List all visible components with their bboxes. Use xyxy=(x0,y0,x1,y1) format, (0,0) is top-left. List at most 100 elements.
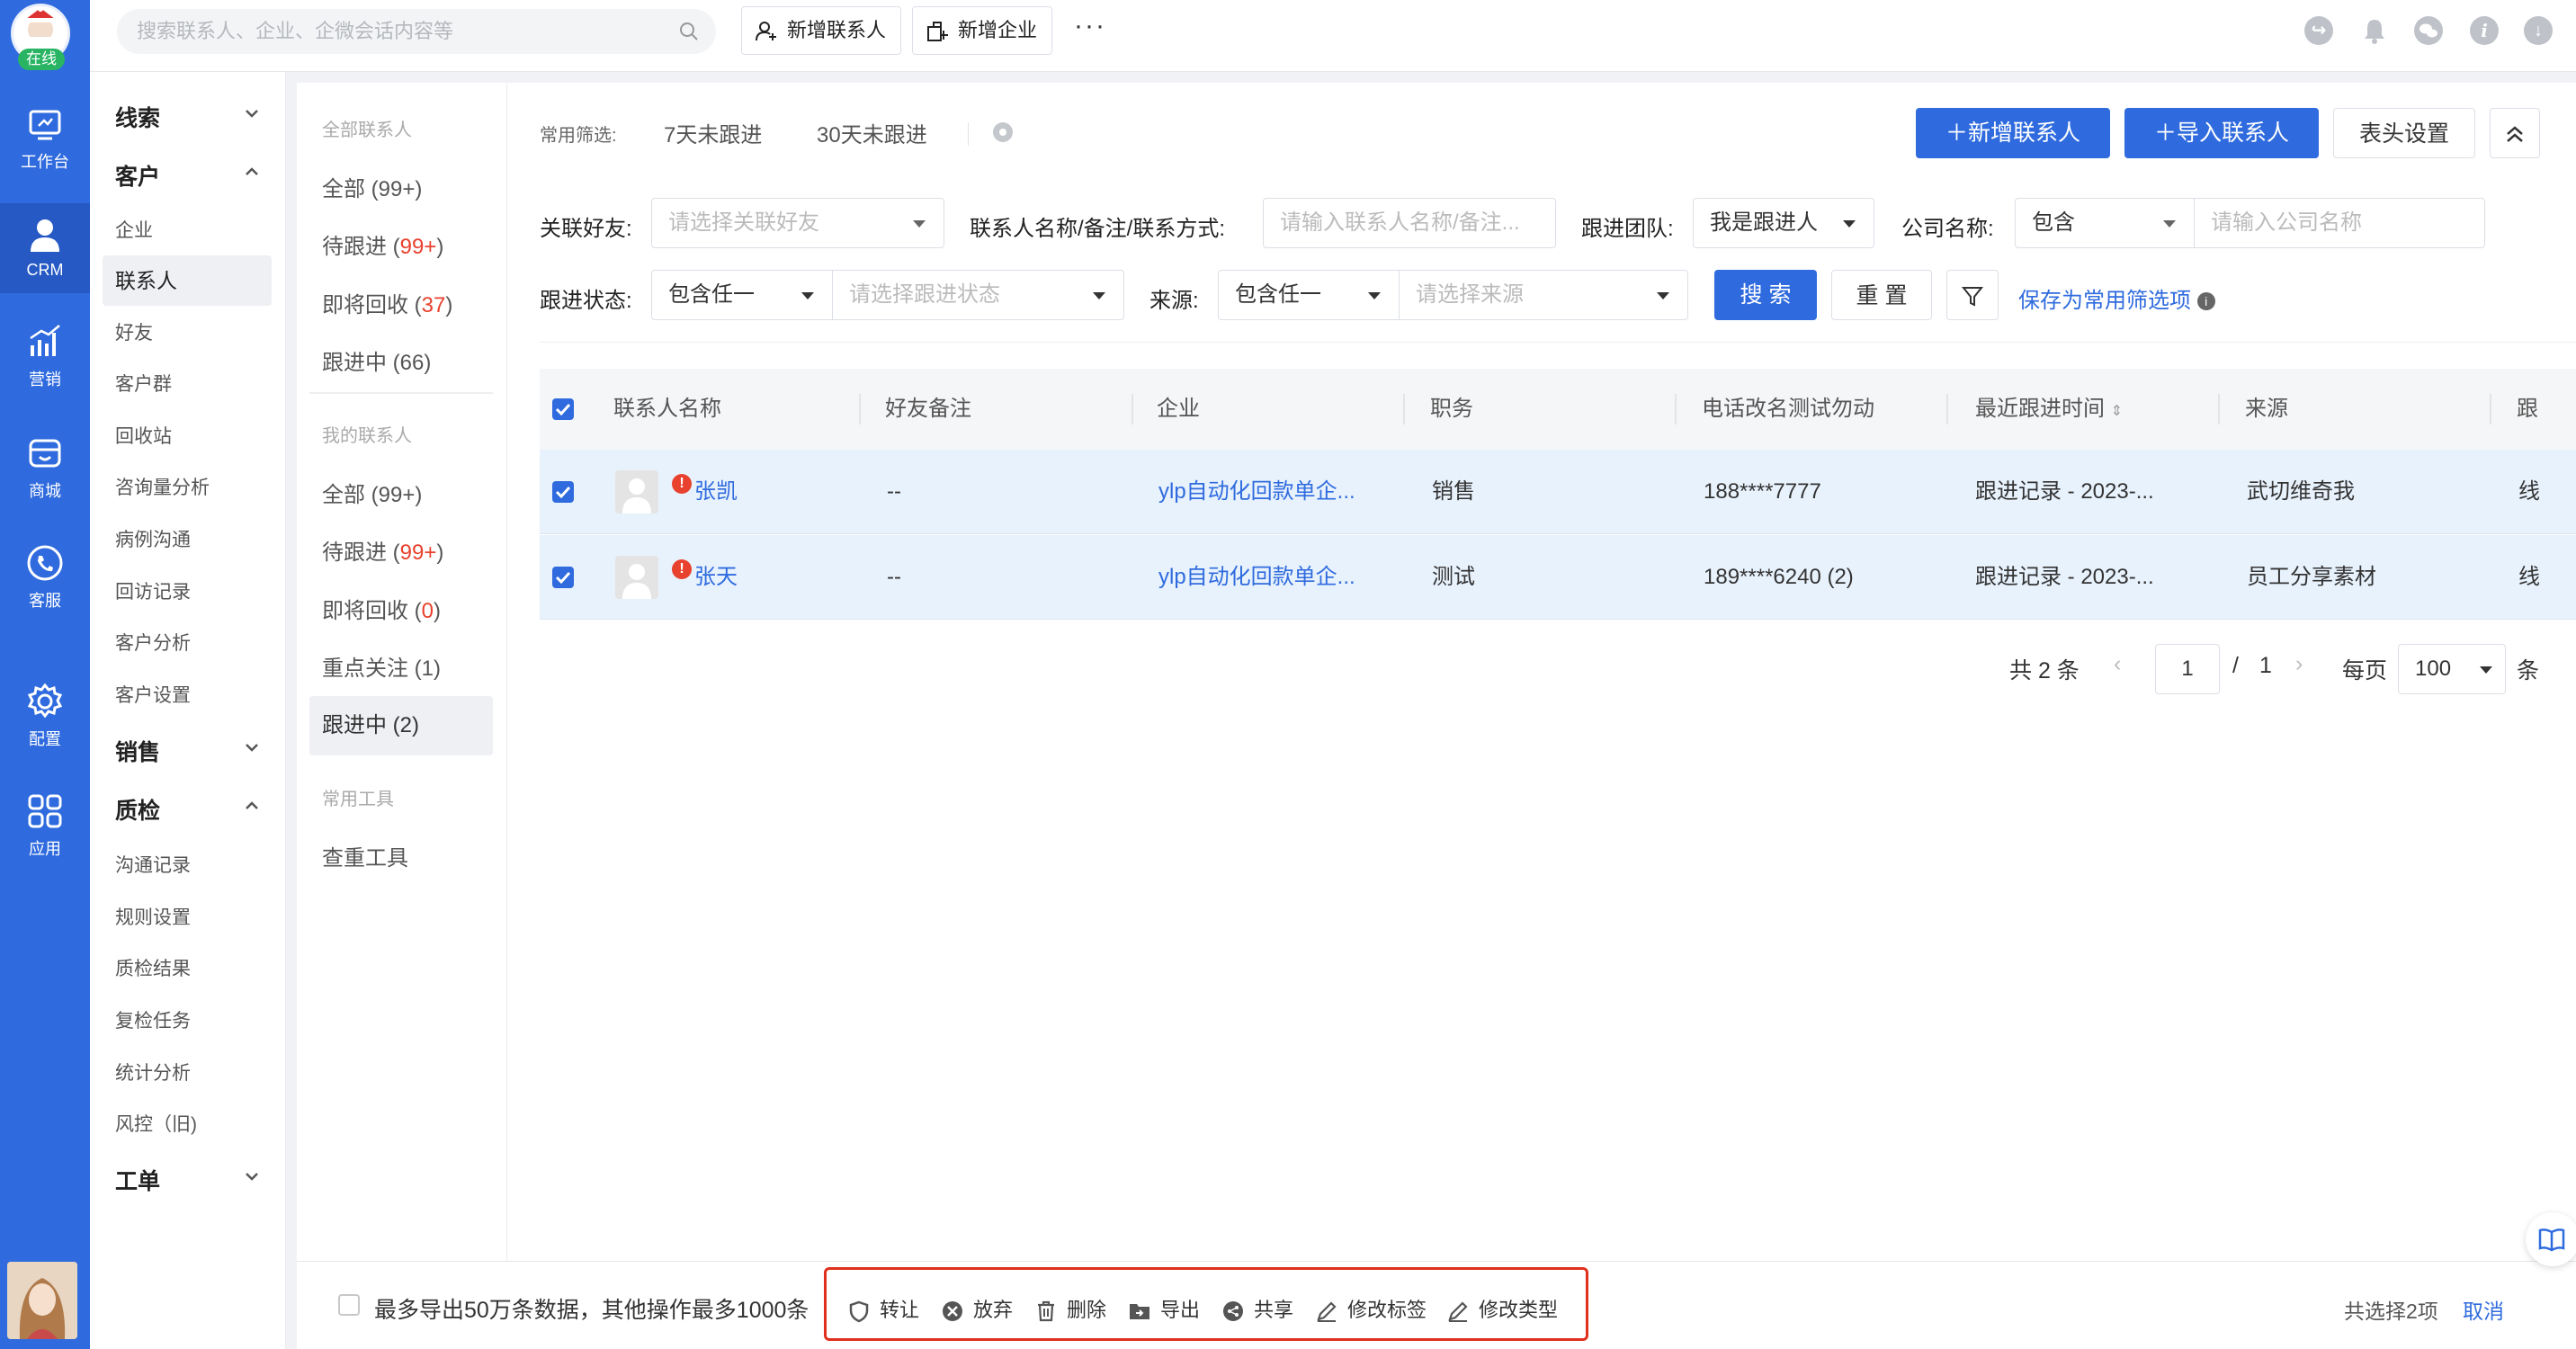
sidebar-item-groups[interactable]: 客户群 xyxy=(115,370,172,397)
collapse-filters-button[interactable] xyxy=(2490,108,2540,158)
sidebar-group-tickets[interactable]: 工单 xyxy=(115,1164,258,1196)
bell-icon[interactable] xyxy=(2360,16,2389,45)
sidebar-item-case-comm[interactable]: 病例沟通 xyxy=(115,525,191,552)
info-icon[interactable]: i xyxy=(2470,16,2499,45)
col-source[interactable]: 来源 xyxy=(2245,369,2288,450)
sidebar-item-company[interactable]: 企业 xyxy=(115,216,153,243)
quick-filter-30days[interactable]: 30天未跟进 xyxy=(817,117,927,148)
sidebar-item-recheck[interactable]: 复检任务 xyxy=(115,1006,191,1033)
global-search-input[interactable]: 搜索联系人、企业、企微会话内容等 xyxy=(117,9,716,54)
source-select[interactable]: 请选择来源 xyxy=(1399,270,1688,320)
transfer-button[interactable]: 转让 xyxy=(847,1294,919,1323)
help-book-button[interactable] xyxy=(2526,1212,2576,1266)
company-link[interactable]: ylp自动化回款单企... xyxy=(1158,535,1355,620)
view-following[interactable]: 跟进中 (66) xyxy=(322,344,431,376)
view-pending[interactable]: 待跟进 (99+) xyxy=(322,228,443,260)
select-all-checkbox[interactable] xyxy=(552,398,574,420)
col-title[interactable]: 职务 xyxy=(1430,369,1473,450)
sidebar-item-revisit[interactable]: 回访记录 xyxy=(115,577,191,604)
company-link[interactable]: ylp自动化回款单企... xyxy=(1158,450,1355,534)
view-my-recycle-soon[interactable]: 即将回收 (0) xyxy=(322,593,441,624)
company-name-input[interactable]: 请输入公司名称 xyxy=(2194,198,2485,248)
edit-type-button[interactable]: 修改类型 xyxy=(1446,1294,1558,1323)
sidebar-group-customer[interactable]: 客户 xyxy=(115,159,258,192)
export-button[interactable]: 导出 xyxy=(1128,1294,1200,1323)
col-phone[interactable]: 电话改名测试勿动 xyxy=(1702,369,1874,450)
status-operator-select[interactable]: 包含任一 xyxy=(651,270,833,320)
rail-item-config[interactable]: 配置 xyxy=(0,682,90,759)
view-my-following[interactable]: 跟进中 (2) xyxy=(309,696,493,755)
new-contact-button[interactable]: ＋新增联系人 xyxy=(1916,108,2110,158)
add-company-top-button[interactable]: 新增企业 xyxy=(912,6,1053,55)
rail-item-store[interactable]: 商城 xyxy=(0,433,90,511)
save-filter-link[interactable]: 保存为常用筛选项 i xyxy=(2018,282,2215,314)
sidebar-item-comm-records[interactable]: 沟通记录 xyxy=(115,851,191,878)
abandon-button[interactable]: 放弃 xyxy=(941,1294,1013,1323)
rail-item-workbench[interactable]: 工作台 xyxy=(0,104,90,182)
rail-item-apps[interactable]: 应用 xyxy=(0,791,90,869)
view-my-focus[interactable]: 重点关注 (1) xyxy=(322,650,441,682)
cancel-selection-link[interactable]: 取消 xyxy=(2463,1294,2504,1325)
table-row[interactable]: ! 张凯 -- ylp自动化回款单企... 销售 188****7777 跟进记… xyxy=(540,450,2576,534)
sidebar-group-leads[interactable]: 线索 xyxy=(115,101,258,133)
sidebar-item-customer-settings[interactable]: 客户设置 xyxy=(115,681,191,708)
sidebar-item-qc-results[interactable]: 质检结果 xyxy=(115,954,191,981)
contact-name-link[interactable]: 张天 xyxy=(694,535,738,620)
import-contacts-button[interactable]: ＋导入联系人 xyxy=(2124,108,2319,158)
view-my-all[interactable]: 全部 (99+) xyxy=(322,477,422,508)
next-page-button[interactable]: › xyxy=(2295,651,2303,677)
sidebar-group-qc[interactable]: 质检 xyxy=(115,793,258,826)
rail-item-service[interactable]: 客服 xyxy=(0,543,90,621)
prev-page-button[interactable]: ‹ xyxy=(2114,651,2121,677)
dedup-tool-link[interactable]: 查重工具 xyxy=(322,840,408,871)
sidebar-item-statistics[interactable]: 统计分析 xyxy=(115,1059,191,1085)
export-all-checkbox[interactable] xyxy=(338,1294,360,1316)
page-size-select[interactable]: 100 xyxy=(2398,644,2506,694)
col-friend-remark[interactable]: 好友备注 xyxy=(885,369,971,450)
col-company[interactable]: 企业 xyxy=(1157,369,1200,450)
company-operator-select[interactable]: 包含 xyxy=(2015,198,2195,248)
sidebar-item-recycle[interactable]: 回收站 xyxy=(115,422,172,449)
edit-tags-button[interactable]: 修改标签 xyxy=(1315,1294,1427,1323)
share-button[interactable]: 共享 xyxy=(1221,1294,1293,1323)
quick-filter-7days[interactable]: 7天未跟进 xyxy=(664,117,762,148)
rail-item-crm[interactable]: CRM xyxy=(0,203,90,293)
name-search-input[interactable]: 请输入联系人名称/备注... xyxy=(1263,198,1556,248)
row-checkbox[interactable] xyxy=(552,567,574,588)
share-icon[interactable]: ↪ xyxy=(2304,16,2333,45)
assistant-avatar[interactable] xyxy=(7,1262,77,1339)
col-contact-name[interactable]: 联系人名称 xyxy=(613,369,721,450)
reset-button[interactable]: 重 置 xyxy=(1831,270,1932,320)
sidebar-item-risk[interactable]: 风控（旧) xyxy=(115,1110,197,1137)
sidebar-item-rules[interactable]: 规则设置 xyxy=(115,903,191,930)
team-select[interactable]: 我是跟进人 xyxy=(1693,198,1874,248)
filter-settings-gear-icon[interactable] xyxy=(991,121,1015,144)
sidebar-item-contacts[interactable]: 联系人 xyxy=(103,255,272,306)
sidebar-item-inquiry-analysis[interactable]: 咨询量分析 xyxy=(115,473,210,500)
search-button[interactable]: 搜 索 xyxy=(1714,270,1817,320)
sort-icon[interactable]: ⇕ xyxy=(2111,404,2123,419)
contact-name-link[interactable]: 张凯 xyxy=(694,450,738,534)
row-checkbox[interactable] xyxy=(552,481,574,503)
sidebar-item-customer-analysis[interactable]: 客户分析 xyxy=(115,629,191,656)
rail-item-marketing[interactable]: 营销 xyxy=(0,322,90,399)
delete-button[interactable]: 删除 xyxy=(1034,1294,1106,1323)
col-follow-truncated[interactable]: 跟 xyxy=(2517,369,2538,450)
download-icon[interactable]: ↓ xyxy=(2524,16,2553,45)
sidebar-group-sales[interactable]: 销售 xyxy=(115,735,258,767)
source-operator-select[interactable]: 包含任一 xyxy=(1218,270,1400,320)
col-last-follow[interactable]: 最近跟进时间 ⇕ xyxy=(1975,369,2123,450)
sidebar-item-friends[interactable]: 好友 xyxy=(115,318,153,345)
page-number-input[interactable]: 1 xyxy=(2155,644,2220,694)
more-menu-button[interactable]: ··· xyxy=(1074,11,1106,41)
advanced-filter-button[interactable] xyxy=(1946,270,1999,320)
table-row[interactable]: ! 张天 -- ylp自动化回款单企... 测试 189****6240 (2)… xyxy=(540,535,2576,620)
help-icon[interactable]: i xyxy=(2196,292,2215,310)
view-my-pending[interactable]: 待跟进 (99+) xyxy=(322,534,443,566)
view-all[interactable]: 全部 (99+) xyxy=(322,171,422,202)
wechat-icon[interactable] xyxy=(2414,16,2443,45)
add-contact-top-button[interactable]: 新增联系人 xyxy=(741,6,902,55)
view-recycle-soon[interactable]: 即将回收 (37) xyxy=(322,287,452,318)
column-settings-button[interactable]: 表头设置 xyxy=(2333,108,2475,158)
status-select[interactable]: 请选择跟进状态 xyxy=(832,270,1124,320)
